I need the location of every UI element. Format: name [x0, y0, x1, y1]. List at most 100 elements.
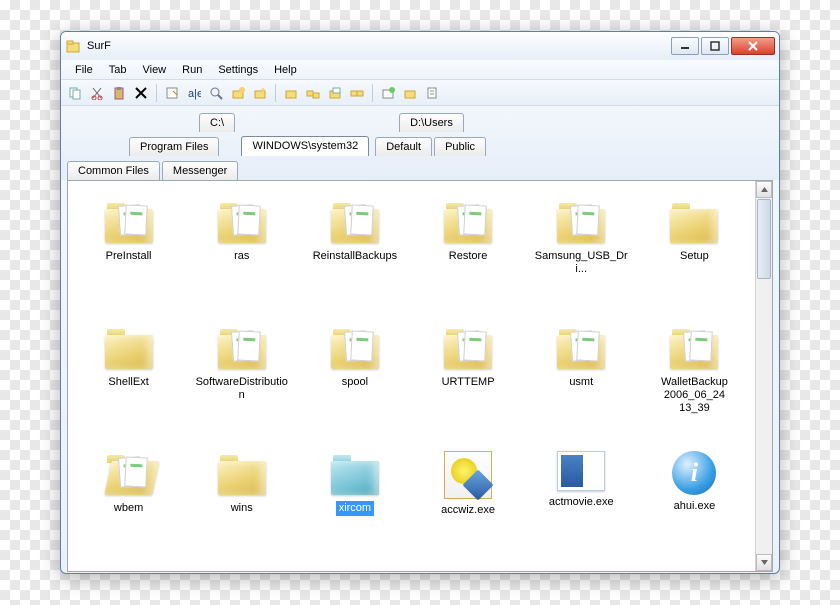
- file-grid[interactable]: PreInstall ras ReinstallBackups Restore Sams…: [68, 181, 755, 571]
- file-label: PreInstall: [103, 249, 155, 264]
- refresh-icon[interactable]: [347, 83, 367, 103]
- paste-icon[interactable]: [109, 83, 129, 103]
- menu-tab[interactable]: Tab: [101, 62, 135, 78]
- file-item[interactable]: spool: [298, 317, 411, 443]
- menu-settings[interactable]: Settings: [210, 62, 266, 78]
- tab-row-2: Common Files Messenger: [67, 158, 773, 180]
- toolbar-separator: [275, 84, 276, 102]
- scroll-up-button[interactable]: [756, 181, 772, 198]
- file-item[interactable]: actmovie.exe: [525, 443, 638, 569]
- cut-icon[interactable]: [87, 83, 107, 103]
- tab-row-0: C:\ D:\Users: [67, 110, 773, 132]
- rename-icon[interactable]: a|e: [184, 83, 204, 103]
- file-label: wins: [228, 501, 256, 516]
- new-folder-icon[interactable]: [228, 83, 248, 103]
- file-item[interactable]: SoftwareDistribution: [185, 317, 298, 443]
- tab-public[interactable]: Public: [434, 137, 486, 156]
- file-label: wbem: [111, 501, 146, 516]
- file-label: Restore: [446, 249, 491, 264]
- toolbar-separator: [156, 84, 157, 102]
- folder-icon: [553, 199, 609, 245]
- menu-run[interactable]: Run: [174, 62, 210, 78]
- menu-help[interactable]: Help: [266, 62, 305, 78]
- file-item[interactable]: PreInstall: [72, 191, 185, 317]
- file-item[interactable]: ReinstallBackups: [298, 191, 411, 317]
- exe-icon: [557, 451, 605, 491]
- copy-path-icon[interactable]: [325, 83, 345, 103]
- close-button[interactable]: [731, 37, 775, 55]
- svg-text:a|e: a|e: [188, 88, 201, 100]
- titlebar[interactable]: SurF: [61, 32, 779, 60]
- exe-icon: [444, 451, 492, 499]
- file-item[interactable]: ShellExt: [72, 317, 185, 443]
- folder-icon: [666, 325, 722, 371]
- options-icon[interactable]: [422, 83, 442, 103]
- tab-area: C:\ D:\Users Program Files WINDOWS\syste…: [61, 106, 779, 180]
- delete-icon[interactable]: [131, 83, 151, 103]
- folder-icon: [440, 325, 496, 371]
- file-label: ras: [231, 249, 252, 264]
- scroll-thumb[interactable]: [757, 199, 771, 279]
- menu-file[interactable]: File: [67, 62, 101, 78]
- file-item[interactable]: usmt: [525, 317, 638, 443]
- menu-view[interactable]: View: [134, 62, 174, 78]
- copy-icon[interactable]: [65, 83, 85, 103]
- folder-icon: [553, 325, 609, 371]
- file-item[interactable]: wbem: [72, 443, 185, 569]
- toolbar-separator: [372, 84, 373, 102]
- favorites-icon[interactable]: [378, 83, 398, 103]
- search-icon[interactable]: [206, 83, 226, 103]
- scroll-down-button[interactable]: [756, 554, 772, 571]
- clipboard-icon[interactable]: [400, 83, 420, 103]
- minimize-button[interactable]: [671, 37, 699, 55]
- tab-windows-system32[interactable]: WINDOWS\system32: [241, 136, 369, 156]
- folder-icon: [101, 451, 157, 497]
- file-item[interactable]: WalletBackup 2006_06_24 13_39: [638, 317, 751, 443]
- file-label: Samsung_USB_Dri...: [531, 249, 631, 277]
- file-label: URTTEMP: [439, 375, 498, 390]
- folder-icon: [214, 451, 270, 497]
- file-label: ShellExt: [105, 375, 151, 390]
- file-item[interactable]: accwiz.exe: [411, 443, 524, 569]
- file-item[interactable]: URTTEMP: [411, 317, 524, 443]
- file-label: Setup: [677, 249, 712, 264]
- info-icon: [672, 451, 716, 495]
- tab-c-drive[interactable]: C:\: [199, 113, 235, 132]
- folder-icon: [214, 325, 270, 371]
- tab-program-files[interactable]: Program Files: [129, 137, 219, 156]
- folder-icon: [327, 325, 383, 371]
- tab-messenger[interactable]: Messenger: [162, 161, 238, 180]
- tab-row-1: Program Files WINDOWS\system32 Default P…: [67, 134, 773, 156]
- maximize-button[interactable]: [701, 37, 729, 55]
- folder-icon: [327, 199, 383, 245]
- file-item[interactable]: ras: [185, 191, 298, 317]
- tab-default[interactable]: Default: [375, 137, 432, 156]
- folder-tree-icon[interactable]: [303, 83, 323, 103]
- file-label: WalletBackup 2006_06_24 13_39: [644, 375, 744, 416]
- tab-common-files[interactable]: Common Files: [67, 161, 160, 180]
- folder-icon: [440, 199, 496, 245]
- toolbar: a|e: [61, 80, 779, 106]
- file-label: usmt: [566, 375, 596, 390]
- new-file-icon[interactable]: [250, 83, 270, 103]
- folder-icon: [214, 199, 270, 245]
- file-label: xircom: [336, 501, 374, 516]
- file-item[interactable]: xircom: [298, 443, 411, 569]
- file-label: ahui.exe: [671, 499, 719, 514]
- folder-icon: [327, 451, 383, 497]
- file-item[interactable]: Setup: [638, 191, 751, 317]
- file-label: spool: [339, 375, 371, 390]
- folder-up-icon[interactable]: [281, 83, 301, 103]
- tab-d-users[interactable]: D:\Users: [399, 113, 464, 132]
- file-item[interactable]: wins: [185, 443, 298, 569]
- file-label: ReinstallBackups: [310, 249, 400, 264]
- file-label: accwiz.exe: [438, 503, 498, 518]
- file-label: actmovie.exe: [546, 495, 617, 510]
- file-item[interactable]: Restore: [411, 191, 524, 317]
- file-item[interactable]: Samsung_USB_Dri...: [525, 191, 638, 317]
- properties-icon[interactable]: [162, 83, 182, 103]
- file-label: SoftwareDistribution: [192, 375, 292, 403]
- file-pane: PreInstall ras ReinstallBackups Restore Sams…: [67, 180, 773, 572]
- scrollbar[interactable]: [755, 181, 772, 571]
- file-item[interactable]: ahui.exe: [638, 443, 751, 569]
